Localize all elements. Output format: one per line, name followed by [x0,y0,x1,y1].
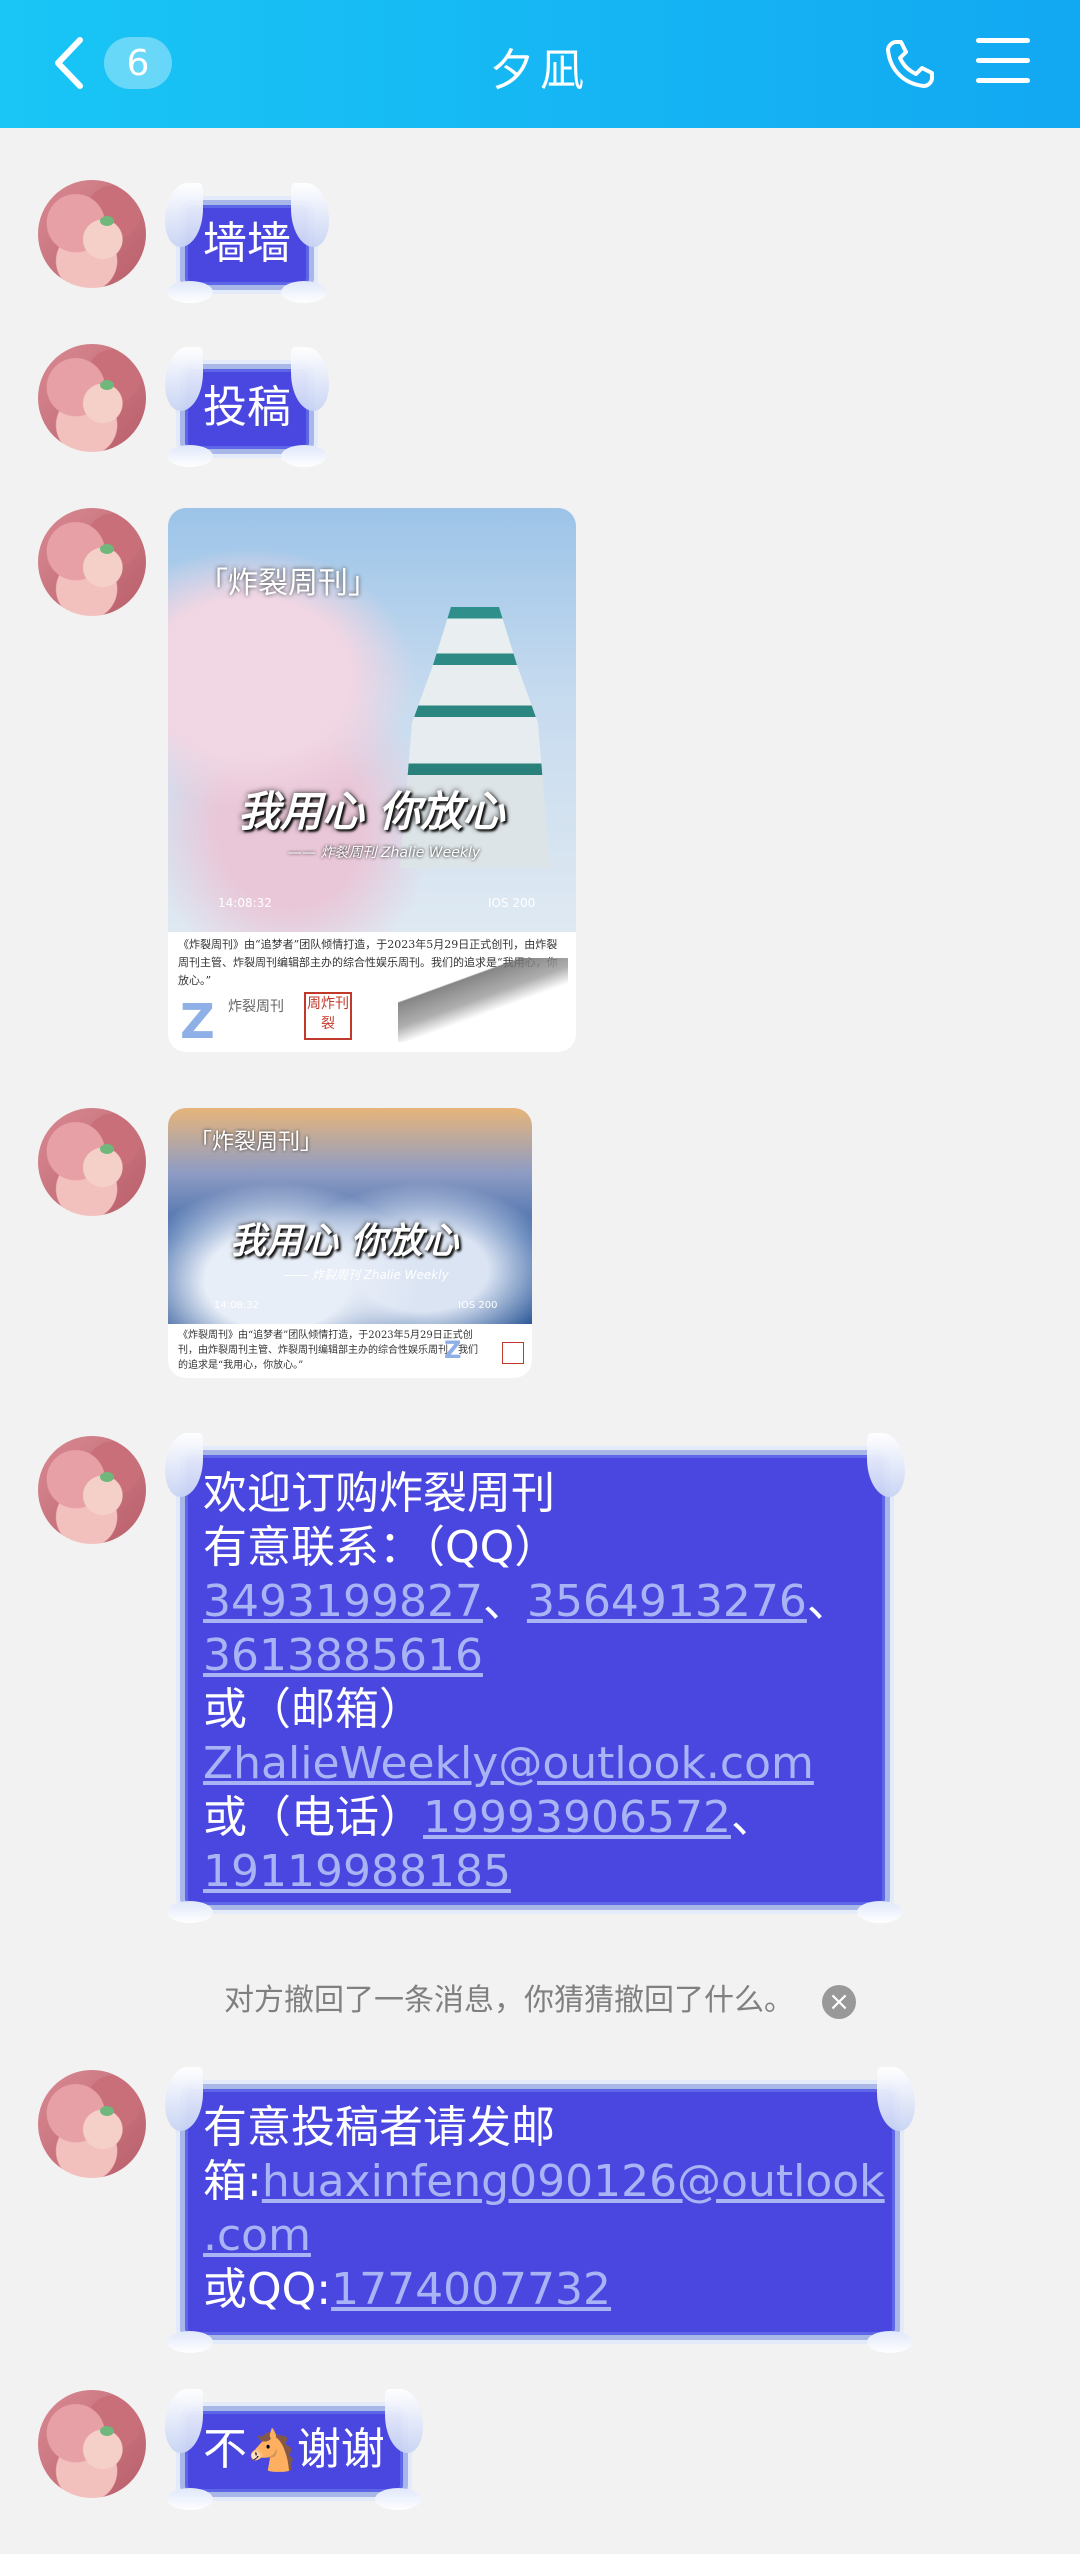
menu-button[interactable] [976,38,1030,84]
phone-icon [886,40,934,88]
poster-subtitle: —— 炸裂周刊 Zhalie Weekly [284,1268,449,1282]
chat-header: 6 夕凪 [0,0,1080,128]
message-text: 欢迎订购炸裂周刊 有意联系：（QQ） 3493199827、3564913276… [203,1468,851,1897]
poster-logo-text: 炸裂周刊 [228,999,284,1015]
red-seal-stamp [502,1342,524,1364]
message-text: 投稿 [203,382,291,433]
phone-link[interactable]: 19119988185 [203,1846,511,1897]
message-bubble[interactable]: 投稿 [165,347,329,467]
sender-avatar[interactable] [38,1108,146,1216]
sender-avatar[interactable] [38,2070,146,2178]
z-logo-icon: Z [444,1336,462,1364]
poster-time: 14:08:32 [214,1300,259,1311]
message-bubble[interactable]: 有意投稿者请发邮 箱:huaxinfeng090126@outlook .com… [165,2067,915,2353]
poster-time: 14:08:32 [218,896,272,910]
message-text: 不🐴谢谢 [185,2411,403,2492]
poster-slogan: 我用心 你放心 [230,1220,459,1262]
horse-emoji-icon: 🐴 [247,2428,297,2474]
great-wall-illustration [398,958,568,1042]
phone-link[interactable]: 19993906572 [423,1792,731,1843]
call-button[interactable] [882,36,938,92]
menu-icon [976,38,1030,43]
message-text: 有意投稿者请发邮 箱:huaxinfeng090126@outlook .com… [203,2102,885,2315]
poster-title: 「炸裂周刊」 [198,566,378,601]
poster-title: 「炸裂周刊」 [190,1130,323,1155]
poster-subtitle: —— 炸裂周刊 Zhalie Weekly [288,845,481,861]
z-logo-icon: Z [180,994,215,1050]
qq-link[interactable]: 3493199827 [203,1576,483,1627]
qq-link[interactable]: 3564913276 [527,1576,807,1627]
sender-avatar[interactable] [38,1436,146,1544]
email-link[interactable]: huaxinfeng090126@outlook [262,2156,885,2207]
qq-link[interactable]: 3613885616 [203,1630,483,1681]
sender-avatar[interactable] [38,344,146,452]
red-seal-stamp: 周炸刊裂 [304,992,352,1040]
image-message[interactable]: 「炸裂周刊」 我用心 你放心 —— 炸裂周刊 Zhalie Weekly 14:… [168,508,576,1052]
email-link[interactable]: ZhalieWeekly@outlook.com [203,1738,814,1789]
message-bubble[interactable]: 墙墙 [165,183,329,303]
message-text: 墙墙 [203,218,291,269]
email-link[interactable]: .com [203,2210,311,2261]
poster-slogan: 我用心 你放心 [238,787,505,836]
qq-link[interactable]: 1774007732 [331,2264,611,2315]
sender-avatar[interactable] [38,2390,146,2498]
image-message[interactable]: 「炸裂周刊」 我用心 你放心 —— 炸裂周刊 Zhalie Weekly 14:… [168,1108,532,1378]
poster-iso: IOS 200 [458,1300,498,1311]
poster-caption: 《炸裂周刊》由“追梦者”团队倾情打造，于2023年5月29日正式创刊，由炸裂周刊… [178,1330,478,1371]
sender-avatar[interactable] [38,508,146,616]
message-bubble[interactable]: 欢迎订购炸裂周刊 有意联系：（QQ） 3493199827、3564913276… [165,1433,905,1923]
message-bubble[interactable]: 不🐴谢谢 [165,2389,423,2510]
close-icon[interactable]: × [822,1984,856,2019]
sender-avatar[interactable] [38,180,146,288]
poster-iso: IOS 200 [488,896,536,910]
recall-notice: 对方撤回了一条消息，你猜猜撤回了什么。 × [0,1975,1080,2019]
